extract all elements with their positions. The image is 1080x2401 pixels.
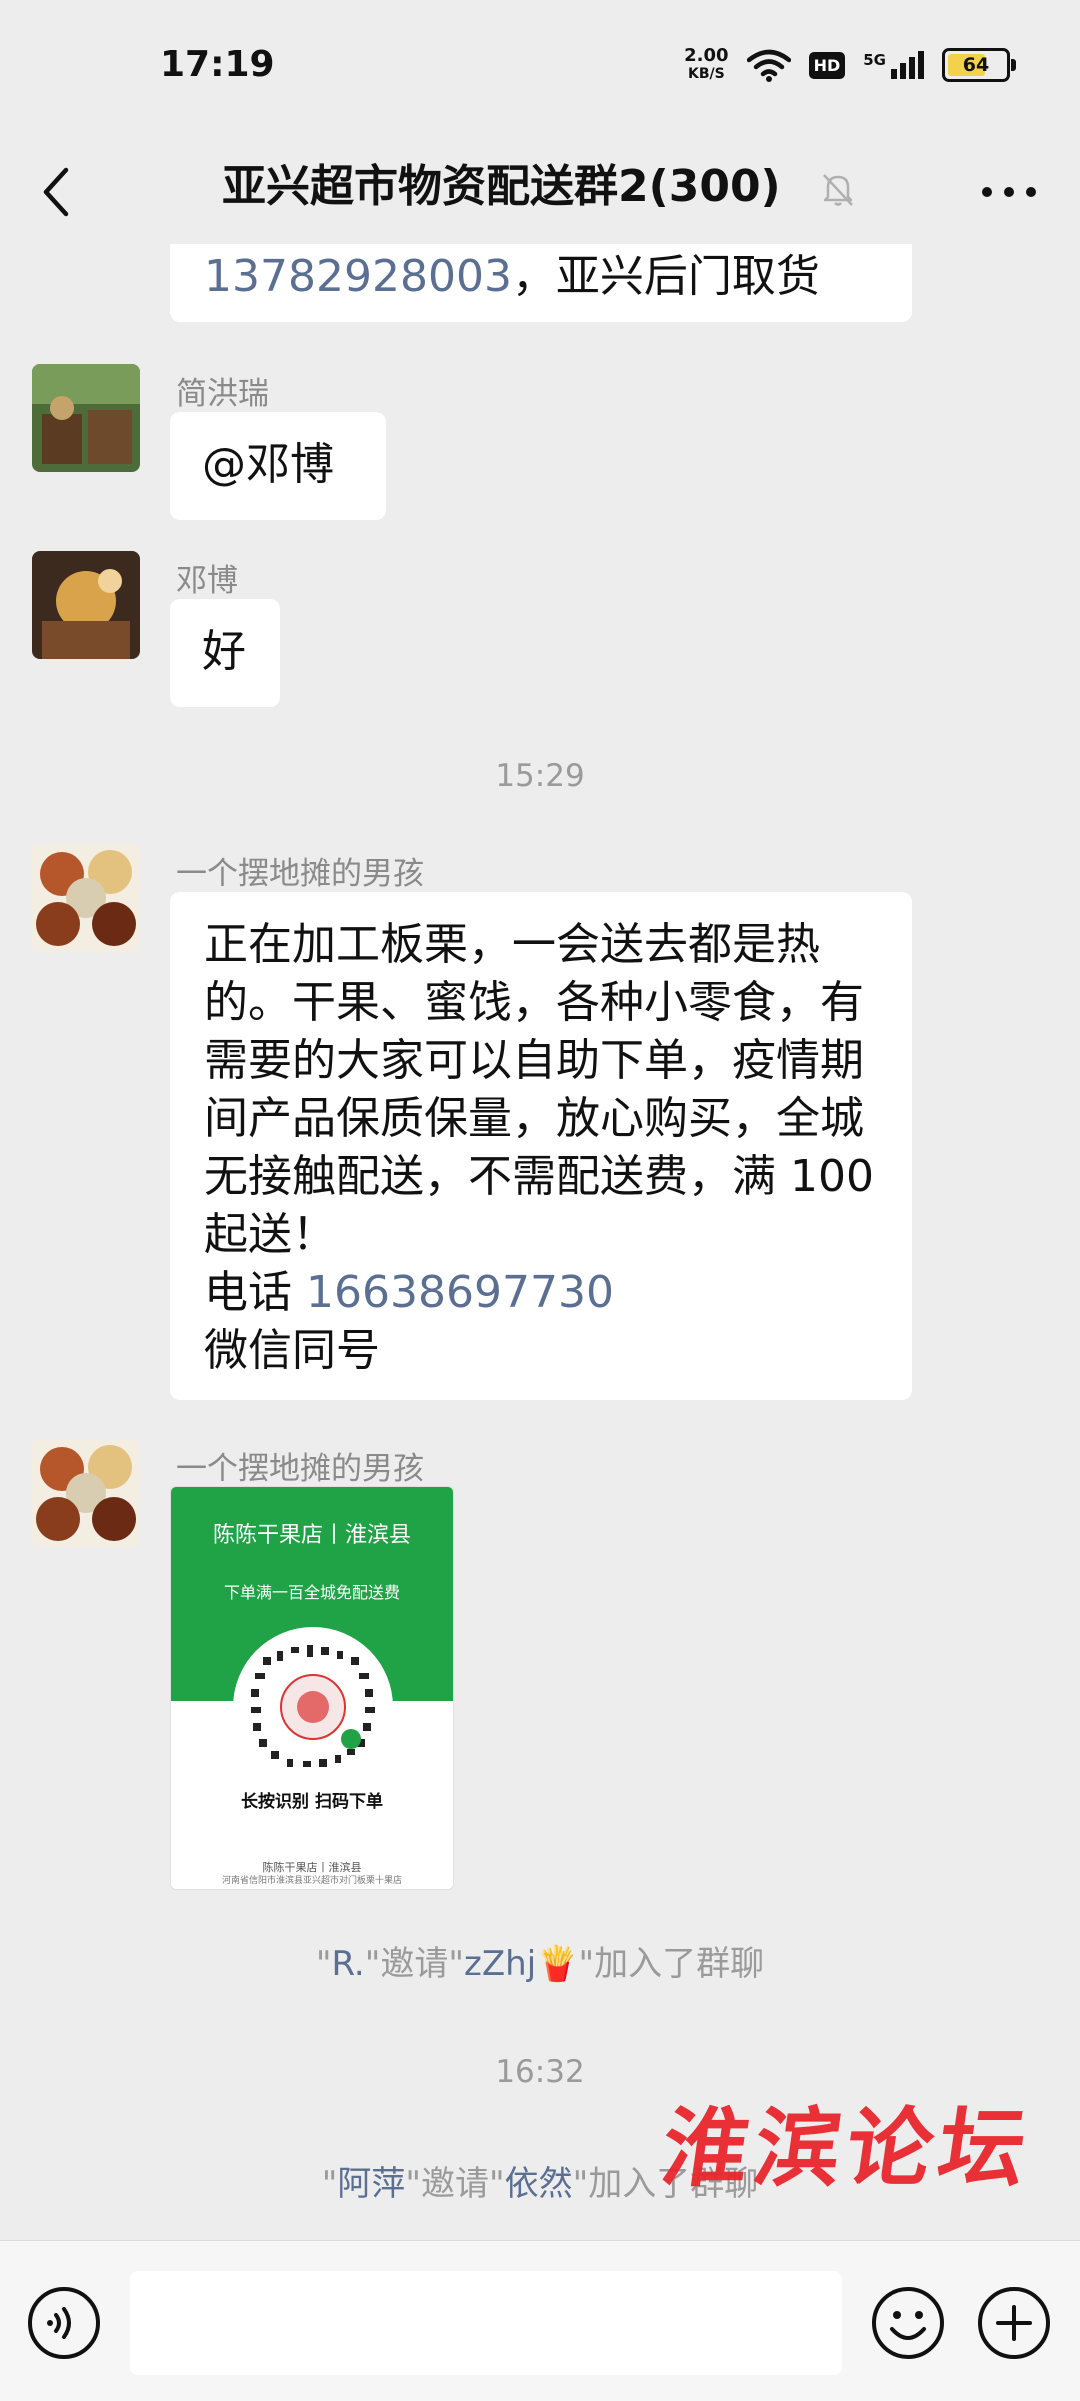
message-text: 好 [202,626,246,677]
status-bar: 17:19 2.00 KB/S HD 5G 64 [0,0,1080,140]
qr-card-scan-text: 长按识别 扫码下单 [241,1792,383,1812]
message-line: 需要的大家可以自助下单，疫情期 [204,1035,864,1086]
inviter-name[interactable]: 阿萍 [337,2164,405,2204]
avatar[interactable] [32,1439,140,1547]
signal-icon: 5G [863,51,924,79]
more-options-icon[interactable] [974,162,1044,222]
message-bubble[interactable]: @邓博 [170,412,386,520]
message-input[interactable] [130,2271,842,2375]
sender-name: 一个摆地摊的男孩 [176,1451,424,1487]
chat-header: 亚兴超市物资配送群2(300) [0,140,1080,244]
qr-code-icon [233,1627,393,1787]
sender-name: 简洪瑞 [176,376,269,412]
message-line: 起送！ [204,1209,336,1260]
wifi-icon [746,49,791,82]
timestamp: 15:29 [495,758,585,794]
emoji-icon[interactable] [870,2285,946,2361]
battery-icon: 64 [942,48,1016,82]
sender-name: 邓博 [176,563,238,599]
message-line: 间产品保质保量，放心购买，全城 [204,1093,864,1144]
watermark-logo: 淮滨论坛 [655,2098,1038,2199]
avatar[interactable] [32,364,140,472]
qr-card-title: 陈陈干果店丨淮滨县 [212,1523,411,1548]
phone-link[interactable]: 13782928003 [204,251,512,302]
message-text: @邓博 [202,439,334,490]
network-speed: 2.00 KB/S [684,45,729,82]
message-line: 正在加工板栗，一会送去都是热 [204,919,820,970]
message-text: ，亚兴后门取货 [511,251,820,302]
input-bar [0,2240,1080,2401]
inviter-name[interactable]: R. [332,1944,365,1984]
message-line: 的。干果、蜜饯，各种小零食，有 [204,977,864,1028]
status-icons: 2.00 KB/S HD 5G 64 [684,45,1016,84]
qr-code-image[interactable]: 陈陈干果店丨淮滨县 下单满一百全城免配送费 长按识别 扫码下单 陈陈干果店丨淮滨… [170,1486,454,1890]
voice-input-icon[interactable] [26,2285,102,2361]
invitee-name[interactable]: 依然 [505,2164,573,2204]
invitee-name[interactable]: zZhj🍟 [464,1944,578,1984]
message-line: 微信同号 [204,1325,380,1376]
avatar[interactable] [32,551,140,659]
muted-bell-icon [823,174,853,206]
message-bubble-partial[interactable]: 13782928003，亚兴后门取货 [170,244,912,322]
message-bubble[interactable]: 好 [170,599,280,707]
avatar[interactable] [32,844,140,952]
message-list[interactable]: 13782928003，亚兴后门取货 简洪瑞 @邓博 邓博 好 15:29 一个… [0,244,1080,2240]
message-line: 无接触配送，不需配送费，满 100 [204,1151,874,1202]
message-line: 电话 16638697730 [204,1267,614,1318]
chat-title: 亚兴超市物资配送群2(300) [0,150,1080,214]
hd-icon: HD [808,51,846,79]
qr-card-subtitle: 下单满一百全城免配送费 [223,1583,400,1602]
message-bubble[interactable]: 正在加工板栗，一会送去都是热 的。干果、蜜饯，各种小零食，有 需要的大家可以自助… [170,892,912,1400]
phone-link[interactable]: 16638697730 [306,1267,614,1318]
system-message: "R."邀请"zZhj🍟"加入了群聊 [315,1944,765,1984]
status-time: 17:19 [160,44,275,85]
plus-icon[interactable] [976,2285,1052,2361]
sender-name: 一个摆地摊的男孩 [176,856,424,892]
qr-card-address: 河南省信阳市淮滨县亚兴超市对门板栗十果店 [221,1876,402,1886]
